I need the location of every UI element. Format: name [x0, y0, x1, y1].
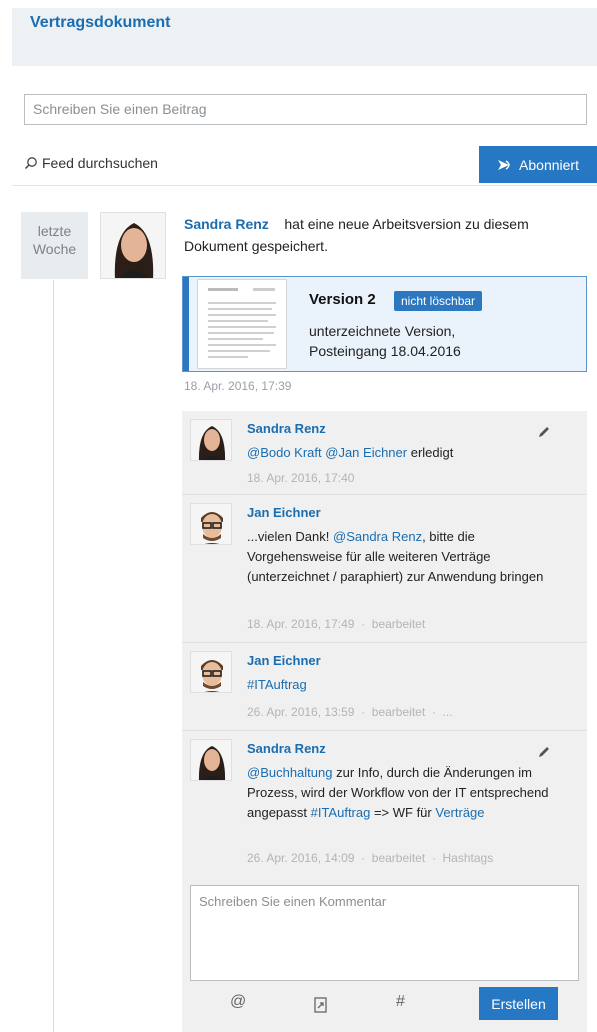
edited-label: bearbeitet — [371, 851, 426, 865]
comment: Jan Eichner ...vielen Dank! @Sandra Renz… — [182, 495, 587, 643]
version-title: Version 2 — [309, 291, 376, 308]
avatar-sandra-renz — [101, 213, 165, 278]
comments-panel: Sandra Renz @Bodo Kraft @Jan Eichner erl… — [182, 411, 587, 1032]
comment-author[interactable]: Sandra Renz — [247, 741, 326, 756]
comment-timestamp: 26. Apr. 2016, 14:09 — [247, 851, 355, 865]
comment-meta: 26. Apr. 2016, 14:09 · bearbeitet · Hash… — [247, 851, 494, 865]
attachment-icon[interactable] — [314, 997, 328, 1013]
avatar[interactable] — [190, 651, 232, 693]
feed-search[interactable]: Feed durchsuchen — [24, 155, 158, 171]
subscribe-button[interactable]: Abonniert — [479, 146, 597, 183]
version-stripe — [183, 277, 189, 371]
comment-meta: 18. Apr. 2016, 17:49 · bearbeitet — [247, 617, 426, 631]
avatar[interactable] — [190, 503, 232, 545]
date-badge: letzte Woche — [21, 212, 88, 279]
comment-meta: 26. Apr. 2016, 13:59 · bearbeitet · ... — [247, 705, 453, 719]
hashtag-link[interactable]: #ITAuftrag — [247, 677, 307, 692]
create-button[interactable]: Erstellen — [479, 987, 558, 1020]
avatar-jan-eichner — [191, 504, 231, 544]
avatar-jan-eichner — [191, 652, 231, 692]
divider — [12, 185, 597, 186]
comment-timestamp: 26. Apr. 2016, 13:59 — [247, 705, 355, 719]
mention-link[interactable]: @Bodo Kraft — [247, 445, 322, 460]
comment: Jan Eichner #ITAuftrag 26. Apr. 2016, 13… — [182, 643, 587, 731]
edit-icon[interactable] — [537, 745, 551, 759]
version-description: unterzeichnete Version, Posteingang 18.0… — [309, 323, 461, 359]
hashtag-icon[interactable]: # — [396, 993, 405, 1011]
mention-link[interactable]: @Buchhaltung — [247, 765, 332, 780]
rss-icon — [498, 159, 510, 170]
avatar[interactable] — [100, 212, 166, 279]
comment-text: @Bodo Kraft @Jan Eichner erledigt — [247, 445, 454, 460]
mention-link[interactable]: @Sandra Renz — [333, 529, 422, 544]
document-link[interactable]: Verträge — [435, 805, 484, 820]
avatar[interactable] — [190, 739, 232, 781]
post-header: Sandra Renz hat eine neue Arbeitsversion… — [184, 213, 584, 257]
comment-text: ...vielen Dank! @Sandra Renz, bitte die … — [247, 529, 544, 584]
version-card[interactable]: Version 2 nicht löschbar unterzeichnete … — [182, 276, 587, 372]
comment-author[interactable]: Jan Eichner — [247, 653, 321, 668]
timeline-line — [53, 280, 54, 1032]
comment-text: @Buchhaltung zur Info, durch die Änderun… — [247, 765, 549, 820]
more-link[interactable]: ... — [443, 705, 453, 719]
document-thumbnail[interactable] — [197, 279, 287, 369]
hashtag-link[interactable]: #ITAuftrag — [311, 805, 371, 820]
post-author[interactable]: Sandra Renz — [184, 216, 269, 232]
mention-link[interactable]: @Jan Eichner — [325, 445, 407, 460]
subscribe-label: Abonniert — [519, 156, 579, 173]
hashtags-link[interactable]: Hashtags — [443, 851, 494, 865]
comment: Sandra Renz @Buchhaltung zur Info, durch… — [182, 731, 587, 877]
edited-label: bearbeitet — [371, 617, 426, 631]
edit-icon[interactable] — [537, 425, 551, 439]
document-preview-icon — [198, 280, 286, 368]
search-icon — [24, 157, 37, 170]
avatar-sandra-renz — [191, 420, 231, 460]
edited-label: bearbeitet — [371, 705, 426, 719]
document-header: Vertragsdokument — [12, 8, 597, 66]
comment-text: #ITAuftrag — [247, 675, 567, 695]
avatar-sandra-renz — [191, 740, 231, 780]
avatar[interactable] — [190, 419, 232, 461]
comment-author[interactable]: Jan Eichner — [247, 505, 321, 520]
feed-search-label: Feed durchsuchen — [42, 155, 158, 171]
status-badge: nicht löschbar — [394, 291, 483, 311]
comment: Sandra Renz @Bodo Kraft @Jan Eichner erl… — [182, 411, 587, 495]
post-timestamp: 18. Apr. 2016, 17:39 — [184, 379, 292, 393]
post-input[interactable]: Schreiben Sie einen Beitrag — [24, 94, 587, 125]
comment-author[interactable]: Sandra Renz — [247, 421, 326, 436]
comment-timestamp: 18. Apr. 2016, 17:40 — [247, 471, 355, 485]
mention-icon[interactable]: @ — [230, 993, 246, 1011]
page-title: Vertragsdokument — [30, 14, 171, 31]
comment-input[interactable]: Schreiben Sie einen Kommentar — [190, 885, 579, 981]
comment-timestamp: 18. Apr. 2016, 17:49 — [247, 617, 355, 631]
